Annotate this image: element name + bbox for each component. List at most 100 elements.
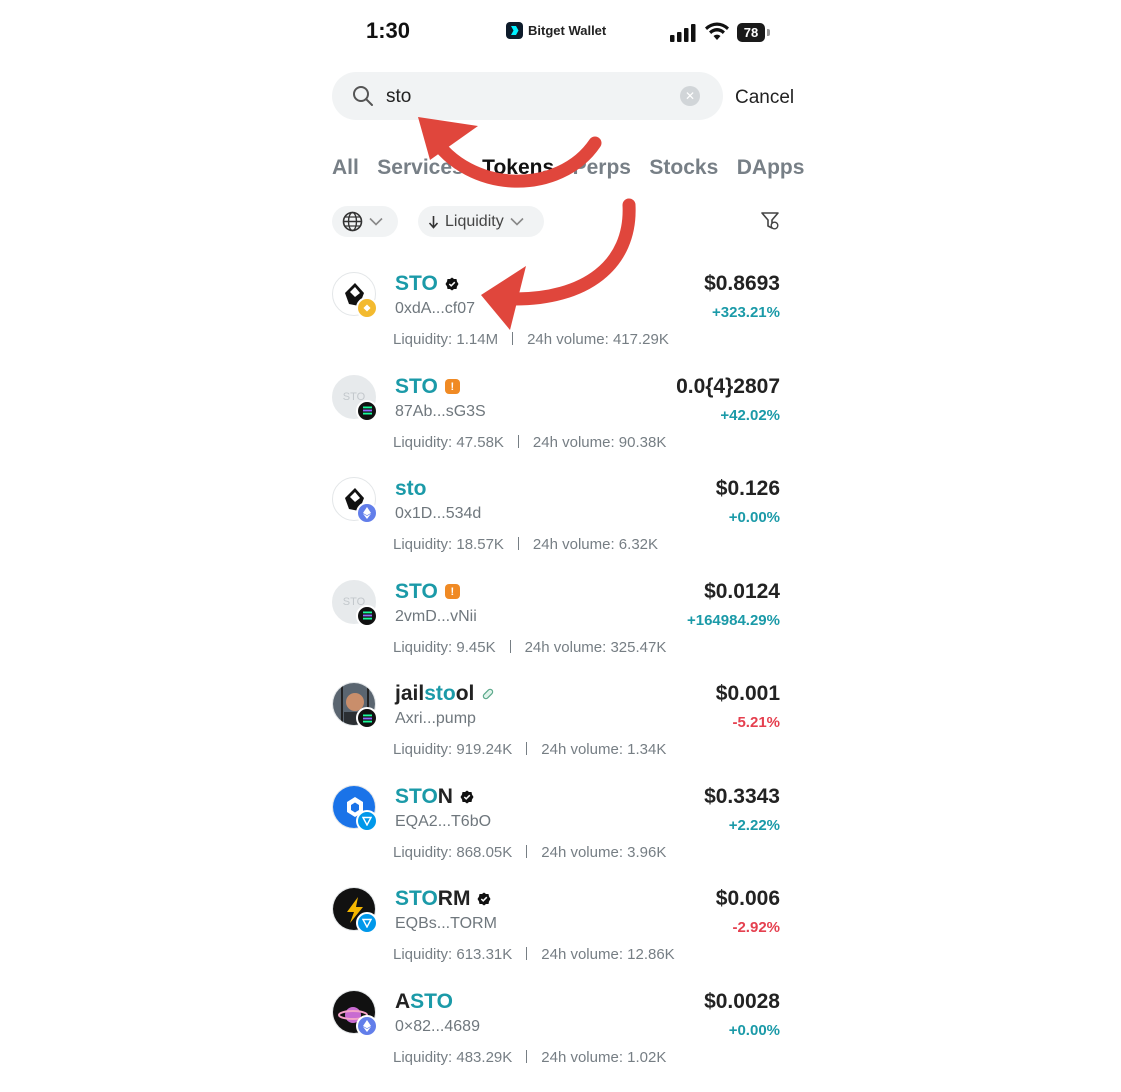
token-name: jailstool bbox=[395, 682, 495, 706]
token-name: sto bbox=[395, 477, 427, 501]
app-brand-label: Bitget Wallet bbox=[528, 23, 607, 38]
token-change: +0.00% bbox=[728, 509, 780, 526]
tab-services[interactable]: Services bbox=[377, 156, 463, 180]
token-name-suffix: RM bbox=[437, 887, 471, 910]
token-volume: 24h volume: 3.96K bbox=[541, 843, 667, 861]
tab-all[interactable]: All bbox=[332, 156, 359, 180]
bnb-chain-icon bbox=[356, 297, 378, 319]
token-change: +323.21% bbox=[712, 304, 780, 321]
risk-warning-icon: ! bbox=[444, 379, 460, 394]
token-change: -5.21% bbox=[732, 714, 780, 731]
token-stats: Liquidity: 1.14M 24h volume: 417.29K bbox=[393, 331, 669, 348]
token-name-suffix: ol bbox=[455, 682, 475, 705]
token-stats: Liquidity: 868.05K 24h volume: 3.96K bbox=[393, 844, 666, 861]
token-row[interactable]: STON EQA2...T6bO Liquidity: 868.05K 24h v… bbox=[332, 784, 780, 887]
stats-divider bbox=[512, 332, 514, 345]
stats-divider bbox=[509, 639, 511, 653]
token-address: 0xdA...cf07 bbox=[395, 300, 476, 317]
ethereum-chain-icon bbox=[356, 1014, 378, 1037]
token-change: -2.92% bbox=[732, 919, 780, 936]
token-change: +0.00% bbox=[728, 1021, 780, 1039]
clear-search-icon[interactable]: ✕ bbox=[680, 86, 700, 106]
token-name-prefix: A bbox=[395, 989, 411, 1013]
token-row[interactable]: STO STO ! 2vmD...vNii Liquidity: 9.45K 24… bbox=[332, 579, 780, 682]
token-price: $0.126 bbox=[715, 477, 780, 500]
token-volume: 24h volume: 6.32K bbox=[532, 536, 659, 553]
tab-stocks[interactable]: Stocks bbox=[649, 156, 718, 180]
cancel-button[interactable]: Cancel bbox=[735, 87, 794, 109]
token-liquidity: Liquidity: 9.45K bbox=[393, 638, 496, 656]
stats-divider bbox=[526, 844, 528, 858]
token-volume: 24h volume: 417.29K bbox=[527, 331, 669, 348]
token-address: 0×82...4689 bbox=[395, 1017, 480, 1035]
token-stats: Liquidity: 613.31K 24h volume: 12.86K bbox=[393, 946, 675, 963]
token-name-prefix: jail bbox=[395, 682, 425, 705]
token-row[interactable]: jailstool Axri...pump Liquidity: 919.24K… bbox=[332, 682, 780, 784]
pump-pill-icon bbox=[483, 688, 494, 700]
network-filter-button[interactable] bbox=[332, 206, 398, 237]
token-name: STO bbox=[395, 272, 459, 296]
token-name: STO ! bbox=[395, 375, 460, 399]
token-liquidity: Liquidity: 18.57K bbox=[393, 536, 504, 553]
token-row[interactable]: ASTO 0×82...4689 Liquidity: 483.29K 24h v… bbox=[332, 989, 780, 1092]
solana-chain-icon bbox=[356, 707, 378, 729]
token-name: STORM bbox=[395, 887, 491, 911]
battery-indicator: 78 bbox=[737, 23, 765, 42]
category-tabs: All Services Tokens Perps Stocks DApps bbox=[332, 156, 804, 190]
token-row[interactable]: sto 0x1D...534d Liquidity: 18.57K 24h vol… bbox=[332, 477, 780, 579]
token-stats: Liquidity: 919.24K 24h volume: 1.34K bbox=[393, 741, 666, 758]
token-price: $0.0124 bbox=[704, 579, 780, 603]
filter-icon[interactable] bbox=[760, 211, 780, 231]
token-name-suffix: N bbox=[437, 784, 453, 808]
battery-cap bbox=[767, 29, 770, 36]
tab-tokens[interactable]: Tokens bbox=[482, 156, 554, 180]
stats-divider bbox=[517, 434, 519, 448]
token-address: EQA2...T6bO bbox=[395, 812, 492, 830]
sort-liquidity-button[interactable]: Liquidity bbox=[418, 206, 544, 237]
token-address: Axri...pump bbox=[395, 710, 476, 727]
cellular-signal-icon bbox=[670, 24, 696, 42]
token-name: ASTO bbox=[395, 990, 453, 1014]
arrow-head-search bbox=[418, 117, 478, 160]
arrow-down-icon bbox=[428, 215, 439, 229]
token-price: $0.001 bbox=[715, 682, 780, 705]
token-name-match: sto bbox=[424, 682, 456, 705]
token-name-match: STO bbox=[395, 579, 438, 603]
token-liquidity: Liquidity: 868.05K bbox=[393, 843, 513, 861]
token-price: $0.3343 bbox=[704, 784, 780, 808]
search-input[interactable] bbox=[386, 83, 656, 111]
token-liquidity: Liquidity: 47.58K bbox=[393, 433, 504, 451]
token-price: 0.0{4}2807 bbox=[676, 374, 780, 398]
token-volume: 24h volume: 1.02K bbox=[541, 1048, 667, 1066]
tab-perps[interactable]: Perps bbox=[573, 156, 631, 180]
token-stats: Liquidity: 483.29K 24h volume: 1.02K bbox=[393, 1049, 666, 1066]
token-liquidity: Liquidity: 483.29K bbox=[393, 1048, 513, 1066]
token-liquidity: Liquidity: 919.24K bbox=[393, 741, 513, 758]
token-volume: 24h volume: 12.86K bbox=[541, 946, 675, 963]
token-address: 87Ab...sG3S bbox=[395, 402, 486, 420]
token-stats: Liquidity: 18.57K 24h volume: 6.32K bbox=[393, 536, 658, 553]
ton-chain-icon bbox=[356, 912, 378, 934]
token-price: $0.0028 bbox=[704, 989, 780, 1013]
solana-chain-icon bbox=[356, 604, 378, 627]
stats-divider bbox=[517, 537, 519, 550]
verified-badge-icon bbox=[460, 790, 474, 803]
tab-dapps[interactable]: DApps bbox=[737, 156, 804, 180]
solana-chain-icon bbox=[356, 399, 378, 422]
token-price: $0.006 bbox=[715, 887, 780, 910]
token-row[interactable]: STORM EQBs...TORM Liquidity: 613.31K 24h … bbox=[332, 887, 780, 989]
token-change: +2.22% bbox=[728, 816, 780, 834]
bitget-logo-icon bbox=[506, 22, 523, 39]
token-price: $0.8693 bbox=[704, 272, 780, 295]
token-address: 0x1D...534d bbox=[395, 505, 482, 522]
token-name-match: sto bbox=[395, 477, 427, 500]
token-stats: Liquidity: 47.58K 24h volume: 90.38K bbox=[393, 434, 666, 451]
token-row[interactable]: STO 0xdA...cf07 Liquidity: 1.14M 24h volu… bbox=[332, 272, 780, 374]
app-brand: Bitget Wallet bbox=[506, 22, 606, 39]
token-row[interactable]: STO STO ! 87Ab...sG3S Liquidity: 47.58K 2… bbox=[332, 374, 780, 477]
chevron-down-icon bbox=[369, 217, 383, 226]
search-icon bbox=[353, 86, 373, 106]
token-address: 2vmD...vNii bbox=[395, 607, 477, 625]
token-volume: 24h volume: 90.38K bbox=[532, 433, 667, 451]
token-name-match: STO bbox=[395, 272, 438, 295]
